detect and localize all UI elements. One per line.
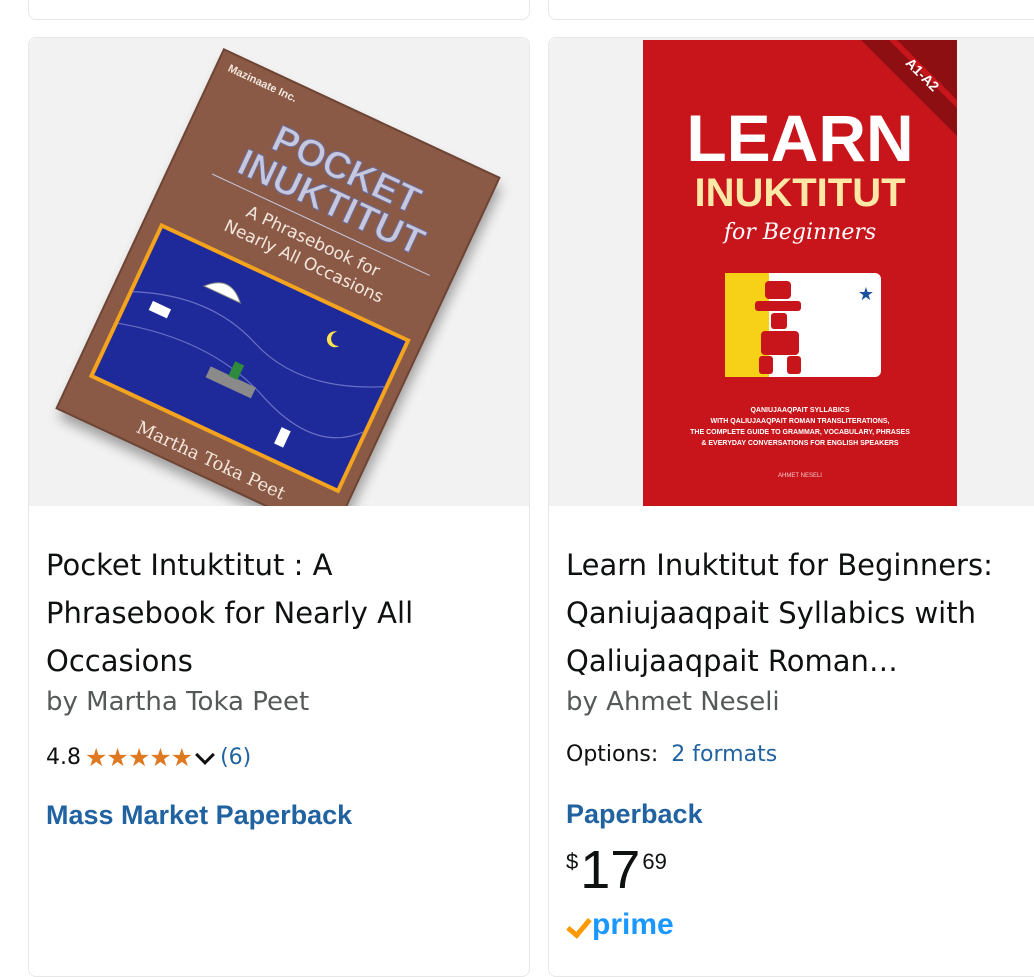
product-title-line3[interactable]: Qaliujaaqpait Roman…	[566, 637, 993, 685]
prime-badge: prime	[566, 908, 674, 942]
cover-title-line1: LEARN	[686, 101, 913, 175]
product-image[interactable]: A1-A2 LEARN INUKTITUT for Beginners ★ QA…	[549, 38, 1034, 506]
product-author: by Martha Toka Peet	[46, 687, 310, 717]
product-author: by Ahmet Neseli	[566, 687, 780, 717]
price[interactable]: $ 17 69	[566, 841, 667, 899]
review-count-link[interactable]: (6)	[220, 745, 251, 770]
product-card-learn-inuktitut: A1-A2 LEARN INUKTITUT for Beginners ★ QA…	[548, 37, 1034, 977]
cover-author: AHMET NESELI	[778, 473, 822, 479]
book-cover-learn-inuktitut[interactable]: A1-A2 LEARN INUKTITUT for Beginners ★ QA…	[549, 38, 1034, 506]
cover-title-line2: INUKTITUT	[694, 171, 905, 215]
star-rating-icon[interactable]: ★★★★★	[85, 743, 193, 772]
product-card-top-right	[548, 0, 1034, 20]
product-image[interactable]: Mazinaate Inc. POCKET INUKTITUT A Phrase…	[29, 38, 529, 506]
price-fraction: 69	[642, 849, 667, 874]
product-card-pocket-inuktitut: Mazinaate Inc. POCKET INUKTITUT A Phrase…	[28, 37, 530, 977]
cover-desc-line1: QANIUJAAQPAIT SYLLABICS	[750, 407, 849, 414]
format-link[interactable]: Mass Market Paperback	[46, 800, 352, 831]
price-whole: 17	[580, 840, 641, 900]
product-title[interactable]: Learn Inuktitut for Beginners: Qaniujaaq…	[566, 541, 993, 685]
price-symbol: $	[566, 849, 579, 874]
product-card-top-left	[28, 0, 530, 20]
product-title[interactable]: Pocket Intuktitut : A Phrasebook for Nea…	[46, 541, 413, 685]
prime-check-icon	[566, 911, 592, 939]
book-cover-pocket-inuktitut[interactable]: Mazinaate Inc. POCKET INUKTITUT A Phrase…	[29, 38, 529, 506]
cover-desc-line2: WITH QALIUJAAQPAIT ROMAN TRANSLITERATION…	[710, 418, 889, 425]
formats-link[interactable]: 2 formats	[671, 742, 777, 767]
rating-row: 4.8 ★★★★★ (6)	[46, 743, 251, 772]
product-title-line2[interactable]: Phrasebook for Nearly All	[46, 589, 413, 637]
rating-value: 4.8	[46, 745, 81, 770]
prime-label: prime	[592, 908, 674, 941]
options-row: Options: 2 formats	[566, 742, 777, 767]
format-link[interactable]: Paperback	[566, 799, 703, 830]
product-title-line3[interactable]: Occasions	[46, 637, 413, 685]
product-title-line2[interactable]: Qaniujaaqpait Syllabics with	[566, 589, 993, 637]
product-title-line1[interactable]: Pocket Intuktitut : A	[46, 541, 413, 589]
product-title-line1[interactable]: Learn Inuktitut for Beginners:	[566, 541, 993, 589]
cover-desc-line3: THE COMPLETE GUIDE TO GRAMMAR, VOCABULAR…	[690, 429, 910, 436]
cover-title-line3: for Beginners	[722, 220, 876, 245]
options-label: Options:	[566, 742, 659, 767]
cover-desc-line4: & EVERYDAY CONVERSATIONS FOR ENGLISH SPE…	[701, 440, 899, 447]
star-icon: ★	[858, 284, 874, 304]
chevron-down-icon[interactable]	[195, 744, 215, 765]
